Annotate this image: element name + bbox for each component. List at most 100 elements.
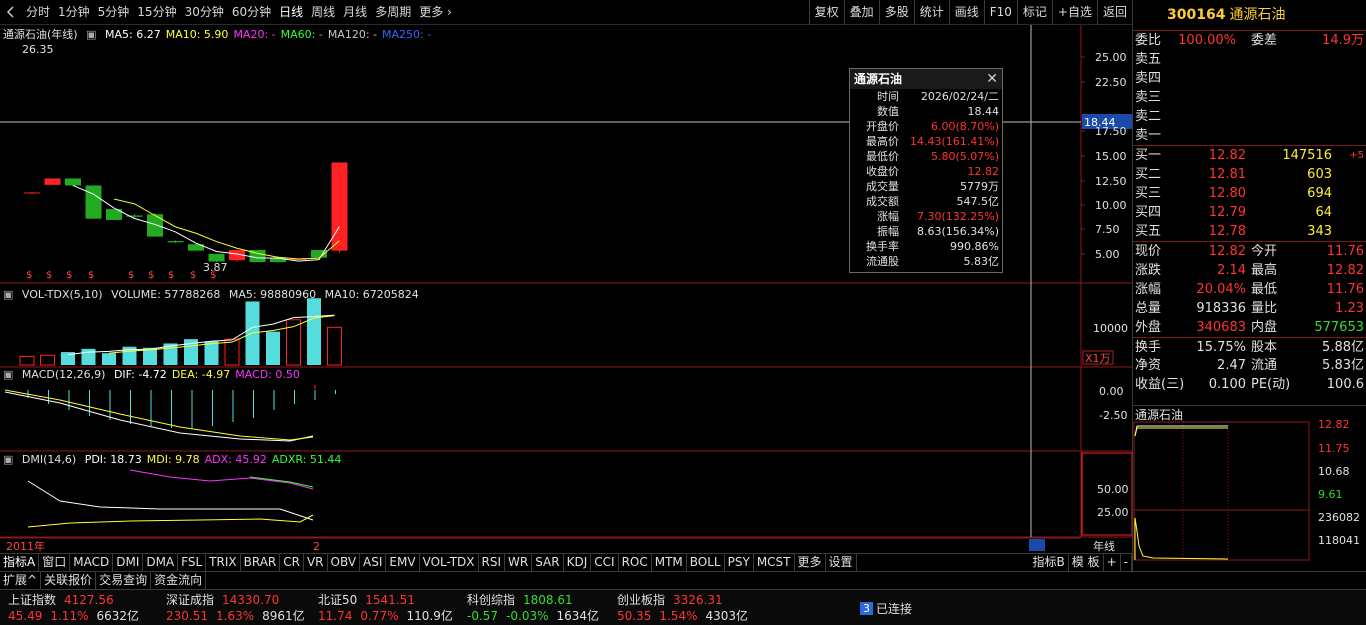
index-name: 深证成指 bbox=[166, 593, 215, 607]
period-7[interactable]: 周线 bbox=[307, 0, 339, 25]
period-0[interactable]: 分时 bbox=[22, 0, 54, 25]
connection-status[interactable]: 3 已连接 bbox=[860, 600, 912, 617]
tab-right-3[interactable]: - bbox=[1121, 554, 1132, 571]
tab-窗口[interactable]: 窗口 bbox=[39, 554, 71, 571]
x-axis-start: 2011年 bbox=[6, 539, 45, 553]
popup-row: 最低价 5.80(5.07%) bbox=[850, 149, 1002, 164]
popup-key: 开盘价 bbox=[866, 120, 899, 133]
tab-指标a[interactable]: 指标A bbox=[0, 554, 40, 571]
tab-vol-tdx[interactable]: VOL-TDX bbox=[420, 554, 479, 571]
toolbar-button-5[interactable]: F10 bbox=[983, 0, 1017, 25]
tab-boll[interactable]: BOLL bbox=[687, 554, 725, 571]
period-1[interactable]: 1分钟 bbox=[54, 0, 94, 25]
data-popup[interactable]: 通源石油 ✕ 时间 2026/02/24/二 数值 18.44 开盘价 6.00(8.70%… bbox=[849, 68, 1003, 273]
bid-row: 买四 12.79 64 bbox=[1133, 203, 1366, 222]
tab-cr[interactable]: CR bbox=[280, 554, 304, 571]
popup-value: 5.83亿 bbox=[963, 255, 1000, 268]
tab-dma[interactable]: DMA bbox=[143, 554, 179, 571]
stat-label: 现价 bbox=[1135, 244, 1162, 259]
tab-brar[interactable]: BRAR bbox=[241, 554, 281, 571]
tab-sar[interactable]: SAR bbox=[532, 554, 564, 571]
period-8[interactable]: 月线 bbox=[339, 0, 371, 25]
popup-key: 成交额 bbox=[866, 195, 899, 208]
tab-fsl[interactable]: FSL bbox=[178, 554, 207, 571]
tab-emv[interactable]: EMV bbox=[386, 554, 420, 571]
tab-cci[interactable]: CCI bbox=[591, 554, 619, 571]
tab-wr[interactable]: WR bbox=[505, 554, 533, 571]
stat-value: 100.6 bbox=[1326, 377, 1364, 392]
close-icon[interactable]: ✕ bbox=[986, 69, 998, 89]
tab-rsi[interactable]: RSI bbox=[479, 554, 506, 571]
tab-vr[interactable]: VR bbox=[304, 554, 328, 571]
dmi-tick: 50.00 bbox=[1097, 483, 1129, 496]
vol-tick: 10000 bbox=[1093, 322, 1128, 335]
tab-kdj[interactable]: KDJ bbox=[564, 554, 592, 571]
index-2[interactable]: 北证50 1541.51 11.74 0.77% 110.9亿 bbox=[318, 592, 453, 624]
more-periods-button[interactable]: 更多 › bbox=[415, 0, 456, 25]
ext-tab-0[interactable]: 扩展^ bbox=[0, 572, 42, 589]
bid-label: 买一 bbox=[1135, 148, 1162, 163]
ext-tab-3[interactable]: 资金流向 bbox=[151, 572, 207, 589]
tab-psy[interactable]: PSY bbox=[725, 554, 754, 571]
toolbar-button-3[interactable]: 统计 bbox=[913, 0, 949, 25]
toolbar-button-4[interactable]: 画线 bbox=[948, 0, 984, 25]
index-4[interactable]: 创业板指 3326.31 50.35 1.54% 4303亿 bbox=[617, 592, 748, 624]
period-3[interactable]: 15分钟 bbox=[133, 0, 180, 25]
mini-tick: 236082 bbox=[1318, 511, 1360, 524]
index-1[interactable]: 深证成指 14330.70 230.51 1.63% 8961亿 bbox=[166, 592, 305, 624]
period-2[interactable]: 5分钟 bbox=[94, 0, 134, 25]
index-amount: 4303亿 bbox=[705, 609, 749, 623]
tab-asi[interactable]: ASI bbox=[360, 554, 387, 571]
tab-dmi[interactable]: DMI bbox=[113, 554, 144, 571]
back-arrow-icon[interactable] bbox=[0, 0, 22, 25]
chart-area[interactable]: 18.44 26.35 3.87 $ $ $ $ $ $ $ $ $ 25.00 22.50 17.50… bbox=[0, 25, 1133, 553]
adx-line bbox=[129, 469, 314, 490]
high-label: 26.35 bbox=[22, 43, 54, 56]
index-0[interactable]: 上证指数 4127.56 45.49 1.11% 6632亿 bbox=[8, 592, 139, 624]
top-toolbar: 分时 1分钟 5分钟 15分钟 30分钟 60分钟 日线 周线 月线 多周期 更多 › 复权 叠加多… bbox=[0, 0, 1132, 25]
mini-canvas: 12.82 11.75 10.68 9.61 236082 118041 bbox=[1133, 418, 1360, 561]
toolbar-button-6[interactable]: 标记 bbox=[1016, 0, 1052, 25]
vol-value: VOLUME: 57788268 bbox=[111, 288, 221, 301]
period-5[interactable]: 60分钟 bbox=[228, 0, 275, 25]
index-pct: 1.54% bbox=[659, 609, 698, 623]
period-4[interactable]: 30分钟 bbox=[181, 0, 228, 25]
popup-row: 涨幅 7.30(132.25%) bbox=[850, 209, 1002, 224]
toolbar-button-7[interactable]: +自选 bbox=[1051, 0, 1097, 25]
period-9[interactable]: 多周期 bbox=[371, 0, 415, 25]
bid-price: 12.82 bbox=[1208, 148, 1246, 163]
index-3[interactable]: 科创综指 1808.61 -0.57 -0.03% 1634亿 bbox=[467, 592, 599, 624]
tab-right-0[interactable]: 指标B bbox=[1030, 554, 1069, 571]
volume-bar bbox=[327, 326, 342, 366]
tab-mcst[interactable]: MCST bbox=[754, 554, 795, 571]
tab-right-2[interactable]: + bbox=[1104, 554, 1121, 571]
dmi-tick: 25.00 bbox=[1097, 506, 1129, 519]
toolbar-button-2[interactable]: 多股 bbox=[878, 0, 914, 25]
popup-value: 5779万 bbox=[960, 180, 999, 193]
tab-mtm[interactable]: MTM bbox=[652, 554, 687, 571]
toolbar-button-1[interactable]: 叠加 bbox=[843, 0, 879, 25]
toolbar-button-0[interactable]: 复权 bbox=[808, 0, 844, 25]
tab-roc[interactable]: ROC bbox=[619, 554, 652, 571]
tab-right-1[interactable]: 模 板 bbox=[1069, 554, 1104, 571]
lock-icon: ▣ bbox=[86, 28, 97, 41]
tab-更多[interactable]: 更多 bbox=[795, 554, 826, 571]
tab-设置[interactable]: 设置 bbox=[826, 554, 857, 571]
tab-macd[interactable]: MACD bbox=[70, 554, 114, 571]
tab-obv[interactable]: OBV bbox=[328, 554, 361, 571]
index-amount: 110.9亿 bbox=[406, 609, 453, 623]
mini-chart[interactable]: 通源石油 12.82 11.75 10.68 9.61 236082 118041 bbox=[1132, 405, 1366, 573]
bid-volume: 64 bbox=[1315, 205, 1332, 220]
period-6[interactable]: 日线 bbox=[275, 0, 307, 25]
ext-tab-1[interactable]: 关联报价 bbox=[41, 572, 97, 589]
vol-unit: X1万 bbox=[1085, 352, 1111, 365]
bid-label: 买五 bbox=[1135, 224, 1162, 239]
vol-ma5: MA5: 98880960 bbox=[228, 288, 317, 301]
ext-tab-2[interactable]: 交易查询 bbox=[96, 572, 152, 589]
stat-label: 外盘 bbox=[1135, 320, 1162, 335]
tab-trix[interactable]: TRIX bbox=[206, 554, 241, 571]
mini-avg-line bbox=[1134, 427, 1228, 437]
stat-label: 股本 bbox=[1251, 340, 1278, 355]
toolbar-button-8[interactable]: 返回 bbox=[1096, 0, 1132, 25]
macd-value-1: DEA: -4.97 bbox=[171, 368, 231, 381]
